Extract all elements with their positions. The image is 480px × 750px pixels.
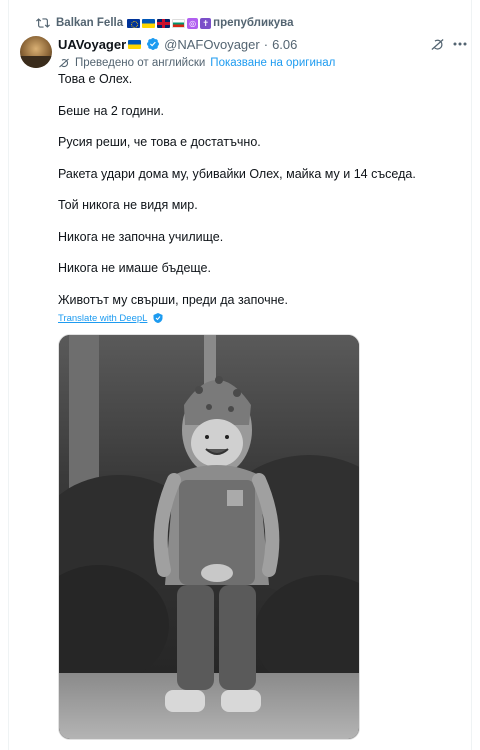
post-paragraph: Никога не имаше бъдеще. xyxy=(58,261,211,275)
post-time[interactable]: 6.06 xyxy=(272,37,297,52)
shield-check-icon xyxy=(153,313,163,323)
post-header: UAVoyager @NAFOvoyager · 6.06 xyxy=(58,34,297,54)
post-paragraph: Беше на 2 години. xyxy=(58,103,164,118)
deepl-translate-link[interactable]: Translate with DeepL xyxy=(58,310,164,326)
grok-icon[interactable] xyxy=(430,37,445,52)
child-photo-image xyxy=(59,335,359,739)
uk-flag-icon xyxy=(157,18,171,28)
bulgaria-flag-icon xyxy=(172,18,186,28)
deepl-label[interactable]: Translate with DeepL xyxy=(58,313,147,324)
post-paragraph: Русия реши, че това е достатъчно. xyxy=(58,135,261,149)
post-text: Това е Олех. Беше на 2 години. Русия реш… xyxy=(58,71,458,308)
translated-label: Преведено от английски xyxy=(75,57,206,69)
repost-icon xyxy=(36,18,50,28)
repost-banner[interactable]: Balkan Fella ◎ ✝ препубликува xyxy=(36,14,294,32)
post-paragraph: Това е Олех. xyxy=(58,72,133,86)
user-handle[interactable]: @NAFOvoyager xyxy=(164,37,260,52)
post-paragraph: Никога не започна училище. xyxy=(58,229,224,244)
post-paragraph: Той никога не видя мир. xyxy=(58,198,198,212)
ukraine-flag-icon xyxy=(128,39,142,49)
camera-emoji-icon: ◎ xyxy=(187,17,199,29)
display-name[interactable]: UAVoyager xyxy=(58,37,126,52)
translation-notice: Преведено от английски Показване на ориг… xyxy=(58,55,335,71)
translate-icon xyxy=(59,58,69,68)
repost-label: препубликува xyxy=(213,17,294,29)
avatar[interactable] xyxy=(20,36,52,68)
post-paragraph: Ракета удари дома му, убивайки Олех, май… xyxy=(58,166,416,181)
verified-badge-icon[interactable] xyxy=(146,37,160,51)
post-photo[interactable] xyxy=(58,334,360,740)
separator-dot: · xyxy=(263,36,269,52)
eu-flag-icon xyxy=(127,18,141,28)
more-options-icon[interactable] xyxy=(452,38,468,50)
cross-emoji-icon: ✝ xyxy=(200,17,212,29)
ukraine-flag-icon xyxy=(142,18,156,28)
repost-user-name[interactable]: Balkan Fella xyxy=(56,17,123,29)
post-paragraph: Животът му свърши, преди да започне. xyxy=(58,292,288,307)
show-original-link[interactable]: Показване на оригинал xyxy=(210,57,335,69)
